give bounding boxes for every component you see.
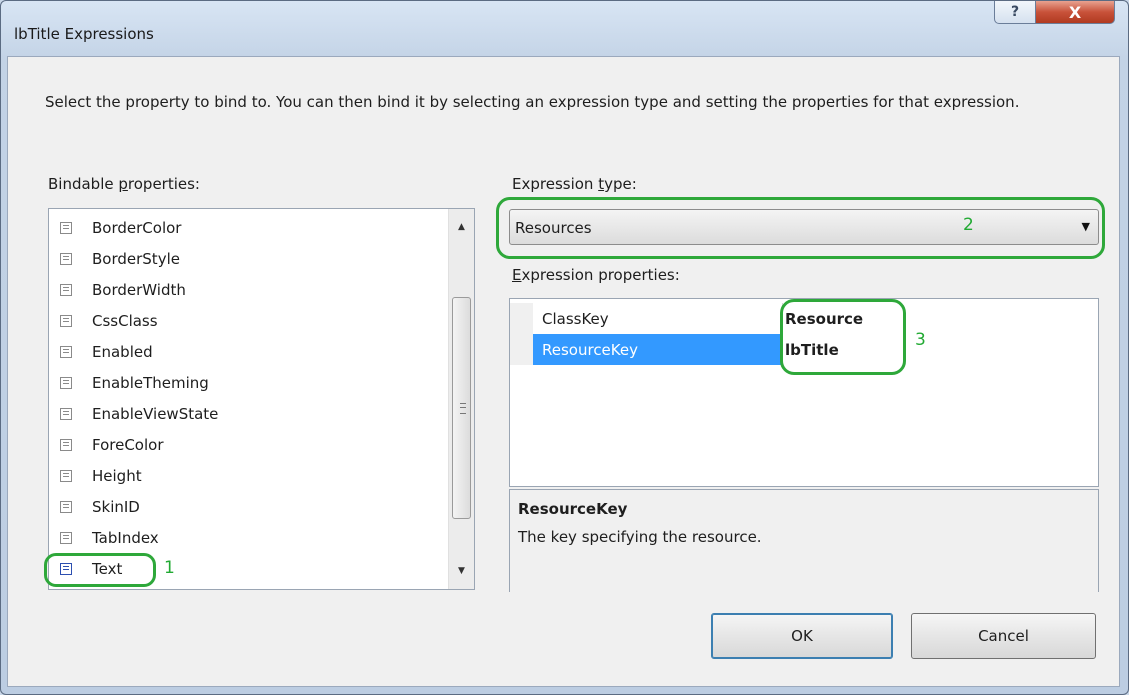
list-item[interactable]: BorderWidth	[49, 274, 449, 305]
list-item-label: BorderStyle	[92, 249, 180, 268]
property-icon	[60, 531, 72, 544]
row-gutter	[510, 334, 533, 365]
annotation-ring-2	[496, 197, 1105, 259]
list-item[interactable]: EnableViewState	[49, 398, 449, 429]
scroll-down-icon[interactable]: ▼	[449, 561, 474, 581]
list-item-label: BorderColor	[92, 218, 182, 237]
close-icon: X	[1068, 2, 1082, 22]
property-icon	[60, 376, 72, 389]
bindable-properties-label: Bindable properties:	[48, 175, 200, 193]
property-name: ClassKey	[542, 309, 609, 328]
property-name: ResourceKey	[533, 334, 782, 365]
list-item[interactable]: BorderStyle	[49, 243, 449, 274]
scroll-up-icon[interactable]: ▲	[449, 217, 474, 237]
property-icon	[60, 345, 72, 358]
property-help-panel: ResourceKey The key specifying the resou…	[509, 489, 1099, 592]
property-icon	[60, 469, 72, 482]
help-icon: ?	[1010, 4, 1020, 20]
list-item-label: TabIndex	[92, 528, 159, 547]
annotation-label-1: 1	[164, 558, 175, 578]
property-icon	[60, 438, 72, 451]
annotation-label-2: 2	[963, 215, 974, 235]
bindable-properties-list[interactable]: BorderColor BorderStyle BorderWidth CssClas…	[48, 208, 475, 590]
scroll-thumb[interactable]	[452, 297, 471, 519]
list-item-label: SkinID	[92, 497, 140, 516]
list-item-label: BorderWidth	[92, 280, 186, 299]
list-item[interactable]: SkinID	[49, 491, 449, 522]
instructions-text: Select the property to bind to. You can …	[45, 93, 1020, 111]
list-item[interactable]: CssClass	[49, 305, 449, 336]
list-scrollbar[interactable]: ▲ ▼	[448, 209, 474, 589]
close-button[interactable]: X	[1035, 1, 1115, 24]
expression-type-label: Expression type:	[512, 175, 637, 193]
property-icon	[60, 407, 72, 420]
cancel-button[interactable]: Cancel	[911, 613, 1096, 659]
window-title: lbTitle Expressions	[14, 25, 154, 43]
list-item-label: EnableTheming	[92, 373, 209, 392]
list-item-label: CssClass	[92, 311, 158, 330]
list-item-label: Height	[92, 466, 142, 485]
property-icon	[60, 314, 72, 327]
list-item[interactable]: EnableTheming	[49, 367, 449, 398]
help-button[interactable]: ?	[994, 1, 1036, 24]
property-icon	[60, 221, 72, 234]
list-item[interactable]: Height	[49, 460, 449, 491]
list-item[interactable]: Enabled	[49, 336, 449, 367]
property-icon	[60, 252, 72, 265]
ok-button[interactable]: OK	[711, 613, 893, 659]
property-icon	[60, 283, 72, 296]
help-description: The key specifying the resource.	[518, 528, 762, 546]
list-item[interactable]: BorderColor	[49, 212, 449, 243]
list-item-label: Enabled	[92, 342, 153, 361]
annotation-ring-3	[780, 299, 906, 375]
list-item-label: EnableViewState	[92, 404, 219, 423]
annotation-label-3: 3	[915, 330, 926, 350]
row-gutter	[510, 303, 533, 334]
property-icon	[60, 500, 72, 513]
help-title: ResourceKey	[518, 500, 628, 518]
grip-icon	[460, 403, 466, 414]
list-item-label: ForeColor	[92, 435, 164, 454]
annotation-ring-1	[44, 553, 156, 587]
list-item[interactable]: TabIndex	[49, 522, 449, 553]
list-item[interactable]: ForeColor	[49, 429, 449, 460]
expression-properties-label: Expression properties:	[512, 266, 680, 284]
